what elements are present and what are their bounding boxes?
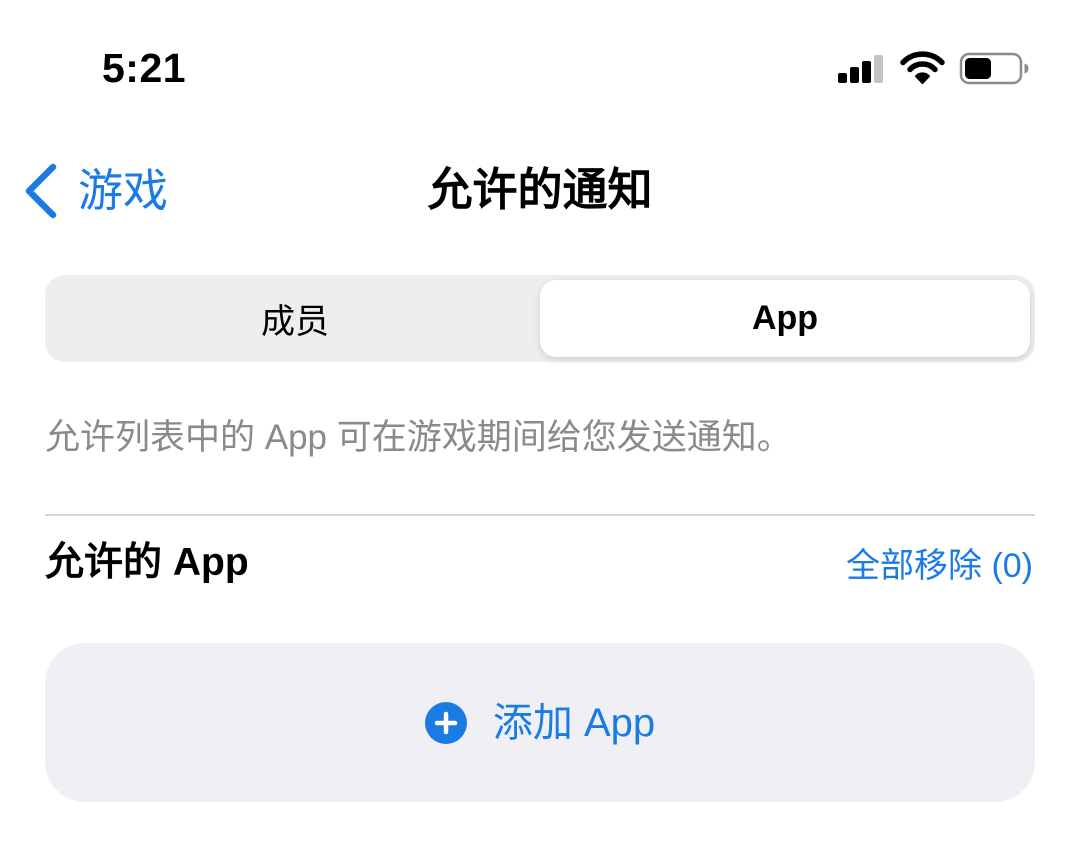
battery-icon (959, 52, 1029, 85)
add-app-label: 添加 App (492, 700, 656, 745)
wifi-icon (900, 51, 945, 84)
remove-all-button[interactable]: 全部移除 (0) (846, 544, 1033, 588)
segment-members[interactable]: 成员 (50, 280, 540, 357)
section-title: 允许的 App (45, 541, 249, 584)
segmented-control: 成员 App (45, 275, 1035, 362)
signal-bar (862, 61, 871, 83)
add-app-button[interactable]: 添加 App (45, 643, 1035, 802)
signal-bar (850, 67, 859, 83)
signal-bar (838, 73, 847, 83)
page-title: 允许的通知 (427, 164, 653, 215)
segment-app[interactable]: App (540, 280, 1030, 357)
segment-label: App (751, 299, 819, 337)
status-time: 5:21 (102, 45, 187, 91)
divider (45, 514, 1035, 516)
cellular-signal-icon (838, 55, 883, 83)
battery-level-fill (965, 58, 991, 79)
signal-bar (874, 55, 883, 83)
plus-circle-icon (424, 701, 467, 744)
segment-label: 成员 (261, 303, 329, 341)
description-text: 允许列表中的 App 可在游戏期间给您发送通知。 (45, 418, 792, 457)
